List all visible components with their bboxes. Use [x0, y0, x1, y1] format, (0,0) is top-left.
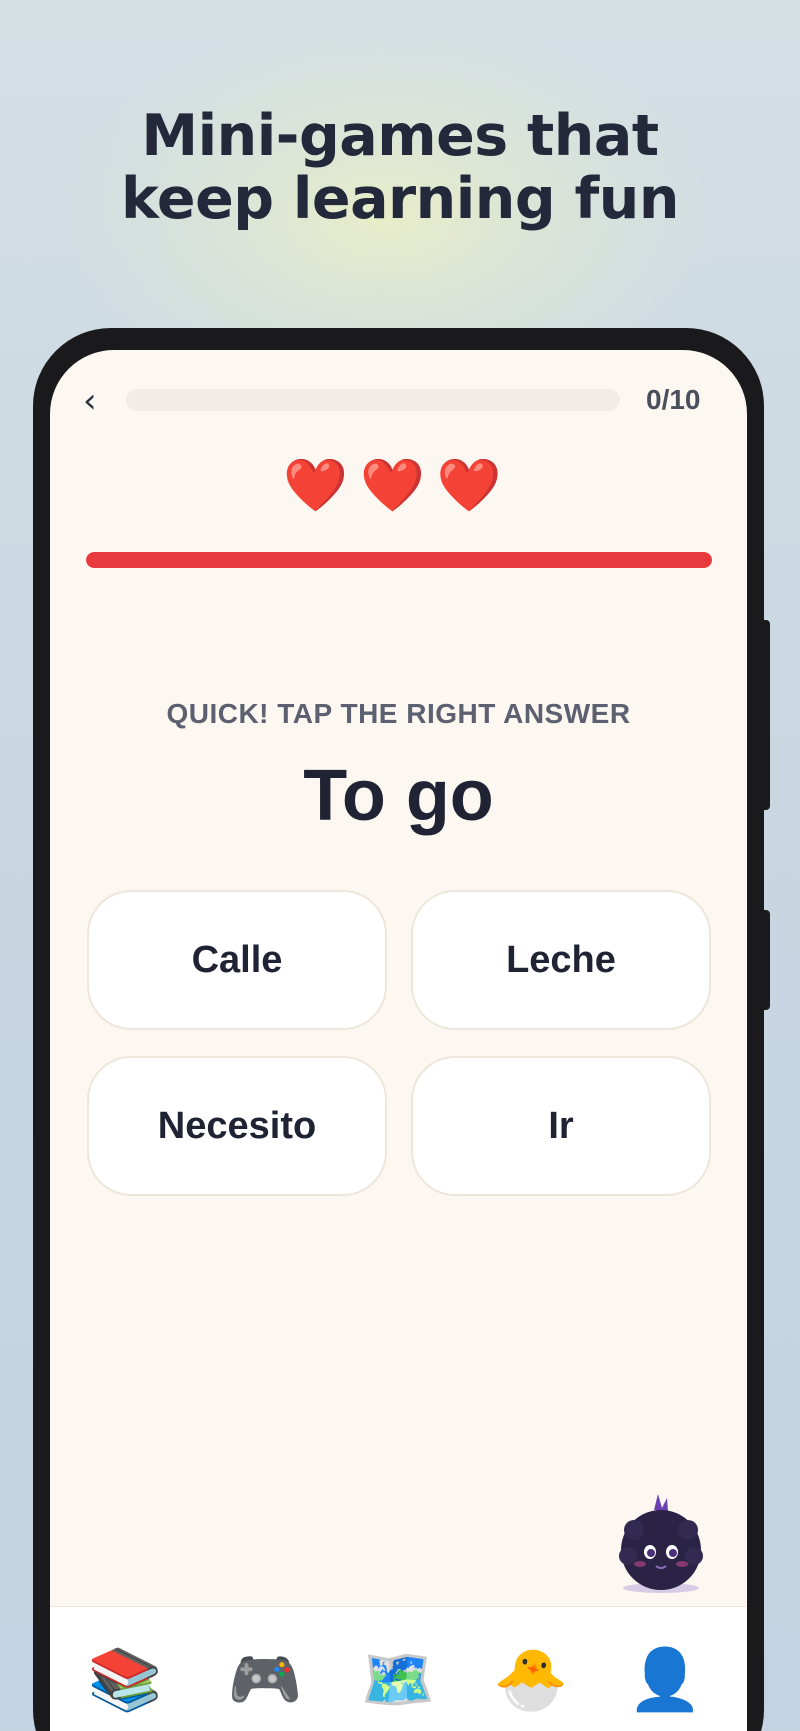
headline-line-2: keep learning fun	[121, 166, 679, 232]
phone-volume-button	[760, 620, 770, 810]
lives-hearts: ❤️❤️❤️	[283, 456, 514, 516]
question-progress-bar	[126, 389, 620, 411]
target-word: To go	[303, 756, 494, 836]
quiz-prompt: QUICK! TAP THE RIGHT ANSWER	[166, 698, 631, 729]
answer-option-leche[interactable]: Leche	[411, 890, 711, 1030]
profile-icon[interactable]: 👤	[620, 1635, 710, 1725]
hatching-chick-icon[interactable]: 🐣	[486, 1635, 576, 1725]
answer-option-ir[interactable]: Ir	[411, 1056, 711, 1196]
headline-line-1: Mini-games that	[141, 103, 659, 169]
question-counter: 0/10	[646, 384, 701, 415]
phone-power-button	[760, 910, 770, 1010]
answer-option-calle[interactable]: Calle	[87, 890, 387, 1030]
timer-fill	[86, 552, 712, 568]
chevron-left-icon[interactable]: ‹	[83, 384, 97, 418]
phone-screen: ‹ 0/10 ❤️❤️❤️ QUICK! TAP THE RIGHT ANSWE…	[50, 350, 747, 1731]
books-icon[interactable]: 📚	[80, 1635, 170, 1725]
answer-option-necesito[interactable]: Necesito	[87, 1056, 387, 1196]
bottom-tab-bar: 📚 🎮 🗺️ 🐣 👤	[50, 1606, 747, 1731]
mascot-icon[interactable]	[614, 1490, 708, 1594]
map-icon[interactable]: 🗺️	[353, 1635, 443, 1725]
gamepad-icon[interactable]: 🎮	[220, 1635, 310, 1725]
timer-bar	[86, 552, 712, 568]
